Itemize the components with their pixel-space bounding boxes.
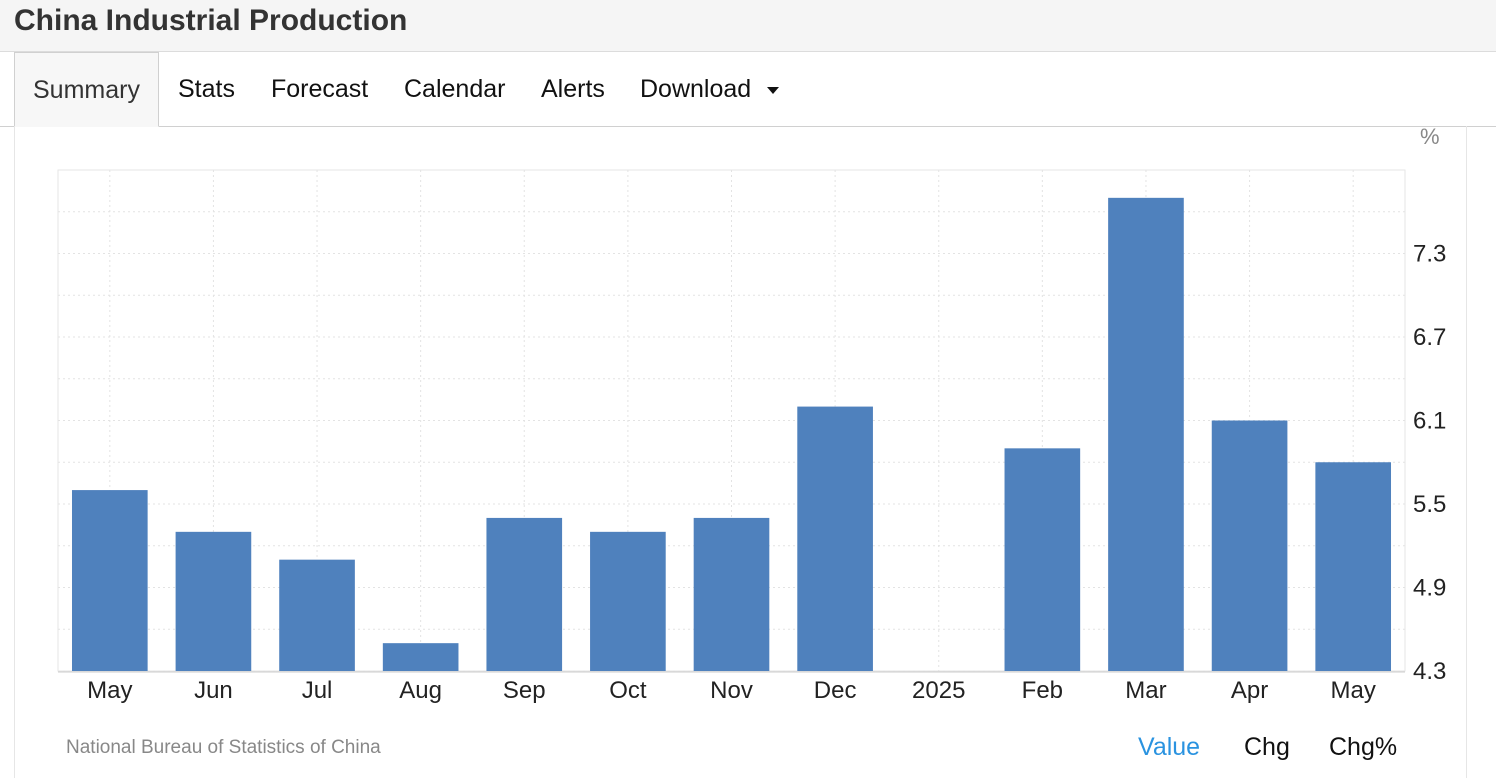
bar-jul-2 — [279, 559, 355, 671]
x-tick-label: Apr — [1231, 677, 1268, 704]
y-tick-label: 6.1 — [1413, 408, 1446, 435]
x-tick-label: Jul — [302, 677, 333, 704]
bar-sep-4 — [486, 517, 563, 671]
bar-feb-9 — [1004, 448, 1081, 671]
bar-aug-3 — [382, 643, 459, 671]
mode-chg-button[interactable]: Chg — [1244, 733, 1290, 762]
x-tick-label: 2025 — [912, 677, 965, 704]
y-tick-label: 4.3 — [1413, 658, 1446, 685]
y-tick-label: 6.7 — [1413, 324, 1446, 351]
x-tick-label: Nov — [710, 677, 753, 704]
y-tick-label: 7.3 — [1413, 241, 1446, 268]
source-label: National Bureau of Statistics of China — [66, 737, 381, 758]
bar-apr-11 — [1211, 420, 1288, 671]
bar-may-0 — [71, 490, 148, 671]
bar-mar-10 — [1108, 197, 1184, 672]
mode-chg-percent-button[interactable]: Chg% — [1329, 733, 1397, 762]
x-tick-label: May — [87, 677, 132, 704]
bar-nov-6 — [693, 517, 770, 671]
y-tick-label: 4.9 — [1413, 575, 1446, 602]
x-tick-label: Jun — [194, 677, 233, 704]
x-tick-label: Aug — [399, 677, 442, 704]
bar-jun-1 — [175, 531, 252, 671]
x-tick-label: Feb — [1022, 677, 1063, 704]
bar-dec-7 — [797, 406, 873, 671]
x-tick-label: May — [1331, 677, 1376, 704]
bar-chart: May Jun Jul Aug Sep Oct Nov Dec 2025 Feb Mar Apr May… — [57, 169, 1446, 704]
y-tick-label: 5.5 — [1413, 491, 1446, 518]
x-tick-label: Mar — [1125, 677, 1166, 704]
bar-oct-5 — [590, 531, 666, 671]
mode-value-button[interactable]: Value — [1138, 733, 1200, 762]
x-tick-label: Sep — [503, 677, 546, 704]
bar-may-12 — [1315, 462, 1392, 671]
x-tick-label: Dec — [814, 677, 857, 704]
x-tick-label: Oct — [609, 677, 647, 704]
